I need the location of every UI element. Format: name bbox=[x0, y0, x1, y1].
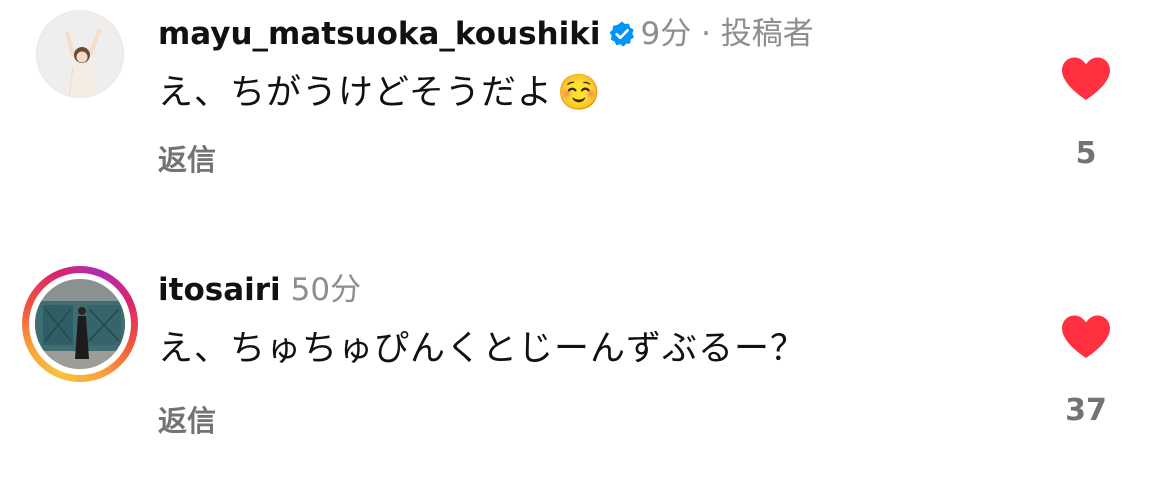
heart-icon[interactable] bbox=[1060, 56, 1112, 102]
like-count: 5 bbox=[1075, 136, 1097, 171]
comment-header: mayu_matsuoka_koushiki 9分 · 投稿者 bbox=[158, 14, 814, 58]
username[interactable]: itosairi bbox=[158, 272, 281, 308]
avatar[interactable] bbox=[35, 279, 125, 369]
comment-item: itosairi 50分 え、ちゅちゅぴんくとじーんずぶるー？ 返信 37 bbox=[0, 255, 1170, 477]
verified-badge-icon bbox=[608, 18, 636, 58]
comment-text: え、ちがうけどそうだよ ☺️ bbox=[158, 70, 602, 116]
avatar[interactable] bbox=[36, 10, 124, 98]
comment-item: mayu_matsuoka_koushiki 9分 · 投稿者 え、ちがうけどそう… bbox=[0, 0, 1170, 230]
comment-header: itosairi 50分 bbox=[158, 270, 361, 310]
reply-button[interactable]: 返信 bbox=[158, 142, 216, 178]
meta-separator: · bbox=[701, 16, 711, 52]
author-badge: 投稿者 bbox=[720, 16, 814, 52]
comment-time: 50分 bbox=[290, 272, 362, 308]
story-ring[interactable] bbox=[22, 266, 138, 382]
smiling-face-icon: ☺️ bbox=[556, 73, 602, 113]
like-count: 37 bbox=[1065, 393, 1107, 428]
reply-button[interactable]: 返信 bbox=[158, 403, 216, 439]
comment-time: 9分 bbox=[640, 16, 692, 52]
username[interactable]: mayu_matsuoka_koushiki bbox=[158, 16, 600, 52]
comment-text: え、ちゅちゅぴんくとじーんずぶるー？ bbox=[158, 329, 807, 369]
avatar-photo bbox=[35, 279, 125, 369]
heart-icon[interactable] bbox=[1060, 314, 1112, 360]
comment-body: え、ちがうけどそうだよ bbox=[158, 73, 553, 113]
avatar-photo bbox=[37, 11, 123, 97]
